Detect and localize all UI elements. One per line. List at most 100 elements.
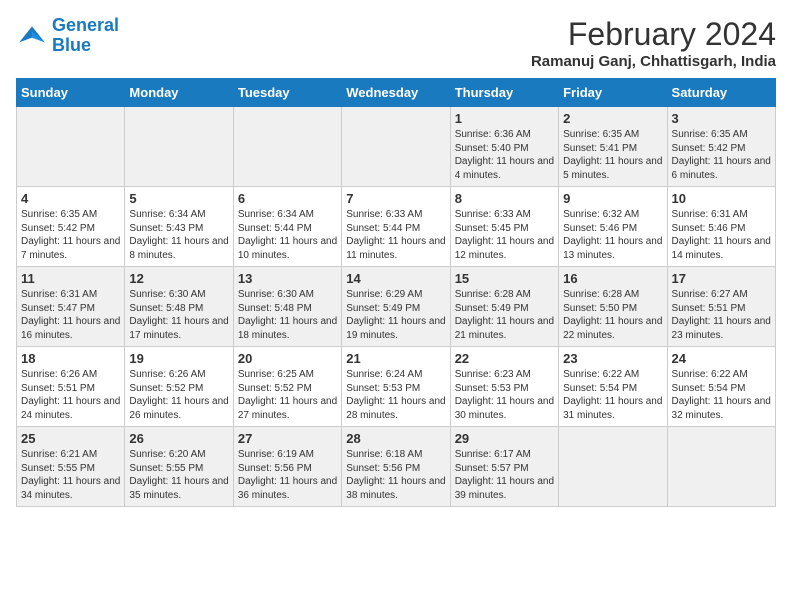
day-info: Sunrise: 6:22 AM Sunset: 5:54 PM Dayligh…	[672, 368, 771, 422]
day-info: Sunrise: 6:21 AM Sunset: 5:55 PM Dayligh…	[21, 448, 120, 502]
day-number: 28	[346, 431, 445, 446]
col-wednesday: Wednesday	[342, 79, 450, 107]
day-number: 13	[238, 271, 337, 286]
day-number: 12	[129, 271, 228, 286]
calendar-cell: 21 Sunrise: 6:24 AM Sunset: 5:53 PM Dayli…	[342, 347, 450, 427]
logo: General Blue	[16, 16, 119, 56]
day-info: Sunrise: 6:35 AM Sunset: 5:42 PM Dayligh…	[21, 208, 120, 262]
day-number: 10	[672, 191, 771, 206]
day-number: 21	[346, 351, 445, 366]
day-number: 4	[21, 191, 120, 206]
day-info: Sunrise: 6:20 AM Sunset: 5:55 PM Dayligh…	[129, 448, 228, 502]
calendar-cell: 10 Sunrise: 6:31 AM Sunset: 5:46 PM Dayli…	[667, 187, 775, 267]
day-number: 15	[455, 271, 554, 286]
day-info: Sunrise: 6:27 AM Sunset: 5:51 PM Dayligh…	[672, 288, 771, 342]
calendar: Sunday Monday Tuesday Wednesday Thursday…	[16, 78, 776, 507]
day-info: Sunrise: 6:35 AM Sunset: 5:41 PM Dayligh…	[563, 128, 662, 182]
col-friday: Friday	[559, 79, 667, 107]
day-info: Sunrise: 6:28 AM Sunset: 5:50 PM Dayligh…	[563, 288, 662, 342]
day-number: 7	[346, 191, 445, 206]
calendar-cell: 17Sunrise: 6:27 AM Sunset: 5:51 PM Dayli…	[667, 267, 775, 347]
logo-text: General Blue	[52, 16, 119, 56]
calendar-cell: 7Sunrise: 6:33 AM Sunset: 5:44 PM Daylig…	[342, 187, 450, 267]
header: General Blue February 2024 Ramanuj Ganj,…	[16, 16, 776, 70]
calendar-cell: 27 Sunrise: 6:19 AM Sunset: 5:56 PM Dayli…	[233, 427, 341, 507]
calendar-cell: 14 Sunrise: 6:29 AM Sunset: 5:49 PM Dayli…	[342, 267, 450, 347]
day-number: 19	[129, 351, 228, 366]
day-number: 25	[21, 431, 120, 446]
calendar-cell: 24 Sunrise: 6:22 AM Sunset: 5:54 PM Dayli…	[667, 347, 775, 427]
logo-icon	[16, 20, 48, 52]
col-thursday: Thursday	[450, 79, 558, 107]
calendar-cell: 3 Sunrise: 6:35 AM Sunset: 5:42 PM Daylig…	[667, 107, 775, 187]
calendar-cell: 9Sunrise: 6:32 AM Sunset: 5:46 PM Daylig…	[559, 187, 667, 267]
month-title: February 2024	[531, 16, 776, 53]
calendar-cell	[17, 107, 125, 187]
calendar-cell: 26 Sunrise: 6:20 AM Sunset: 5:55 PM Dayli…	[125, 427, 233, 507]
title-area: February 2024 Ramanuj Ganj, Chhattisgarh…	[531, 16, 776, 70]
day-info: Sunrise: 6:33 AM Sunset: 5:45 PM Dayligh…	[455, 208, 554, 262]
day-number: 23	[563, 351, 662, 366]
col-sunday: Sunday	[17, 79, 125, 107]
day-number: 2	[563, 111, 662, 126]
calendar-cell: 28Sunrise: 6:18 AM Sunset: 5:56 PM Dayli…	[342, 427, 450, 507]
calendar-cell: 20 Sunrise: 6:25 AM Sunset: 5:52 PM Dayli…	[233, 347, 341, 427]
calendar-cell: 8 Sunrise: 6:33 AM Sunset: 5:45 PM Daylig…	[450, 187, 558, 267]
day-number: 6	[238, 191, 337, 206]
day-number: 26	[129, 431, 228, 446]
calendar-cell	[667, 427, 775, 507]
day-info: Sunrise: 6:19 AM Sunset: 5:56 PM Dayligh…	[238, 448, 337, 502]
col-tuesday: Tuesday	[233, 79, 341, 107]
calendar-cell: 19 Sunrise: 6:26 AM Sunset: 5:52 PM Dayli…	[125, 347, 233, 427]
calendar-cell: 25 Sunrise: 6:21 AM Sunset: 5:55 PM Dayli…	[17, 427, 125, 507]
day-info: Sunrise: 6:31 AM Sunset: 5:46 PM Dayligh…	[672, 208, 771, 262]
day-number: 1	[455, 111, 554, 126]
calendar-cell: 16 Sunrise: 6:28 AM Sunset: 5:50 PM Dayli…	[559, 267, 667, 347]
calendar-cell: 2 Sunrise: 6:35 AM Sunset: 5:41 PM Daylig…	[559, 107, 667, 187]
calendar-cell	[342, 107, 450, 187]
calendar-week-5: 25 Sunrise: 6:21 AM Sunset: 5:55 PM Dayli…	[17, 427, 776, 507]
calendar-cell: 15 Sunrise: 6:28 AM Sunset: 5:49 PM Dayli…	[450, 267, 558, 347]
day-info: Sunrise: 6:24 AM Sunset: 5:53 PM Dayligh…	[346, 368, 445, 422]
calendar-week-4: 18 Sunrise: 6:26 AM Sunset: 5:51 PM Dayli…	[17, 347, 776, 427]
day-number: 16	[563, 271, 662, 286]
day-info: Sunrise: 6:26 AM Sunset: 5:52 PM Dayligh…	[129, 368, 228, 422]
calendar-cell: 5Sunrise: 6:34 AM Sunset: 5:43 PM Daylig…	[125, 187, 233, 267]
day-info: Sunrise: 6:23 AM Sunset: 5:53 PM Dayligh…	[455, 368, 554, 422]
day-info: Sunrise: 6:28 AM Sunset: 5:49 PM Dayligh…	[455, 288, 554, 342]
calendar-cell: 4 Sunrise: 6:35 AM Sunset: 5:42 PM Daylig…	[17, 187, 125, 267]
calendar-week-2: 4 Sunrise: 6:35 AM Sunset: 5:42 PM Daylig…	[17, 187, 776, 267]
day-info: Sunrise: 6:36 AM Sunset: 5:40 PM Dayligh…	[455, 128, 554, 182]
calendar-week-3: 11 Sunrise: 6:31 AM Sunset: 5:47 PM Dayli…	[17, 267, 776, 347]
calendar-week-1: 1 Sunrise: 6:36 AM Sunset: 5:40 PM Daylig…	[17, 107, 776, 187]
day-number: 11	[21, 271, 120, 286]
day-number: 8	[455, 191, 554, 206]
day-info: Sunrise: 6:30 AM Sunset: 5:48 PM Dayligh…	[129, 288, 228, 342]
day-info: Sunrise: 6:17 AM Sunset: 5:57 PM Dayligh…	[455, 448, 554, 502]
calendar-cell: 11 Sunrise: 6:31 AM Sunset: 5:47 PM Dayli…	[17, 267, 125, 347]
day-info: Sunrise: 6:29 AM Sunset: 5:49 PM Dayligh…	[346, 288, 445, 342]
calendar-cell: 13Sunrise: 6:30 AM Sunset: 5:48 PM Dayli…	[233, 267, 341, 347]
day-info: Sunrise: 6:35 AM Sunset: 5:42 PM Dayligh…	[672, 128, 771, 182]
calendar-header-row: Sunday Monday Tuesday Wednesday Thursday…	[17, 79, 776, 107]
calendar-cell: 29 Sunrise: 6:17 AM Sunset: 5:57 PM Dayli…	[450, 427, 558, 507]
day-number: 24	[672, 351, 771, 366]
day-number: 20	[238, 351, 337, 366]
day-number: 29	[455, 431, 554, 446]
col-monday: Monday	[125, 79, 233, 107]
day-info: Sunrise: 6:34 AM Sunset: 5:43 PM Dayligh…	[129, 208, 228, 262]
day-info: Sunrise: 6:34 AM Sunset: 5:44 PM Dayligh…	[238, 208, 337, 262]
day-number: 27	[238, 431, 337, 446]
day-number: 14	[346, 271, 445, 286]
day-number: 3	[672, 111, 771, 126]
day-info: Sunrise: 6:31 AM Sunset: 5:47 PM Dayligh…	[21, 288, 120, 342]
calendar-cell: 22Sunrise: 6:23 AM Sunset: 5:53 PM Dayli…	[450, 347, 558, 427]
calendar-cell: 18 Sunrise: 6:26 AM Sunset: 5:51 PM Dayli…	[17, 347, 125, 427]
day-number: 18	[21, 351, 120, 366]
day-info: Sunrise: 6:25 AM Sunset: 5:52 PM Dayligh…	[238, 368, 337, 422]
calendar-cell	[559, 427, 667, 507]
day-info: Sunrise: 6:26 AM Sunset: 5:51 PM Dayligh…	[21, 368, 120, 422]
day-number: 9	[563, 191, 662, 206]
calendar-cell	[233, 107, 341, 187]
calendar-cell: 12 Sunrise: 6:30 AM Sunset: 5:48 PM Dayli…	[125, 267, 233, 347]
